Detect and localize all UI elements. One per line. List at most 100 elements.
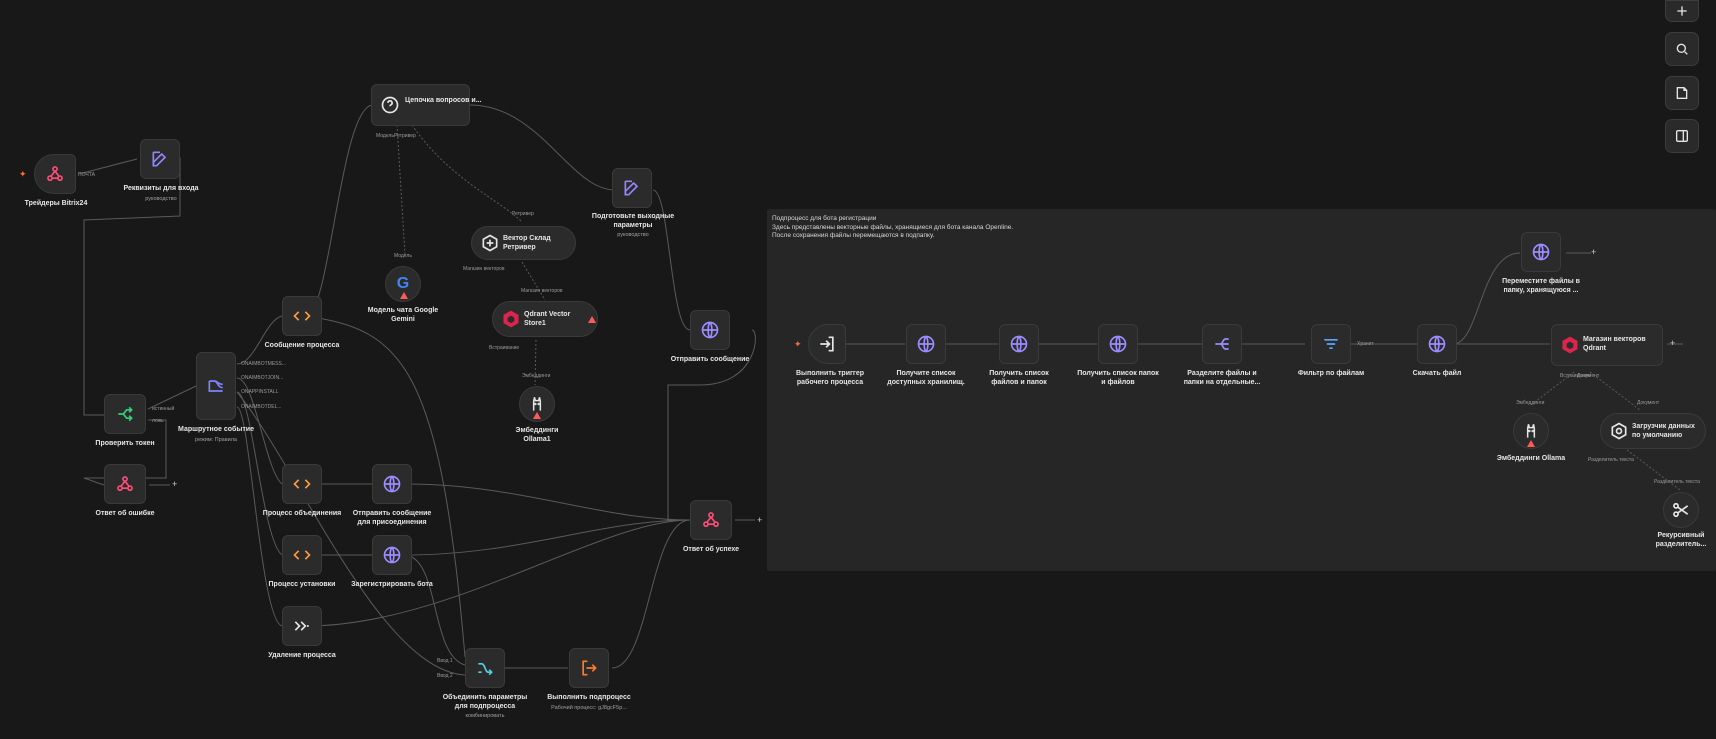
node-label: Подготовьте выходные параметры (591, 213, 675, 229)
node-triggers-bitrix[interactable] (34, 154, 76, 194)
code-icon (293, 479, 311, 489)
node-send-join-message[interactable] (372, 464, 412, 504)
node-get-folders-files[interactable] (1098, 324, 1138, 364)
search-icon (1676, 43, 1688, 55)
router-output-2: ONAIMBOTJOIN... (241, 375, 284, 381)
qdrant-icon (1562, 336, 1578, 354)
sticky-note-icon (1676, 87, 1688, 99)
workflow-canvas[interactable]: Подпроцесс для бота регистрации Здесь пр… (0, 0, 1716, 739)
node-filter-files[interactable] (1311, 324, 1351, 364)
google-icon: G (396, 275, 410, 292)
filter-icon (1324, 339, 1338, 349)
webhook-icon (703, 512, 719, 528)
port-label: Эмбеддинги (1516, 400, 1545, 406)
loader-icon (1611, 422, 1627, 440)
node-success-response[interactable] (690, 500, 732, 540)
edit-icon (152, 151, 167, 167)
node-label: Цепочка вопросов и... (405, 97, 482, 104)
code-icon (293, 311, 311, 321)
node-wf-trigger[interactable] (808, 324, 846, 364)
node-label: Объединить параметры для подпроцесса (442, 694, 528, 710)
add-node-icon[interactable]: + (1591, 247, 1596, 257)
node-label: Вектор Склад Ретривер (503, 235, 551, 251)
globe-icon (383, 546, 401, 564)
port-label: Магазин векторов (463, 266, 505, 272)
qdrant-icon (503, 310, 519, 328)
node-label: Процесс установки (268, 581, 336, 588)
trigger-marker-icon: ✦ (19, 169, 27, 179)
node-label: Qdrant Vector Store1 (524, 311, 571, 327)
node-label: Получите список доступных хранилищ. (887, 370, 965, 386)
add-node-icon[interactable]: + (172, 479, 177, 489)
node-login-details[interactable] (140, 139, 180, 179)
node-register-bot[interactable] (372, 535, 412, 575)
sidebar-toggle-icon (1676, 130, 1688, 142)
globe-icon (1109, 335, 1127, 353)
node-label: Эмбеддинги Ollama1 (515, 427, 559, 443)
globe-icon (701, 321, 719, 339)
search-button[interactable] (1665, 32, 1699, 66)
node-get-storages[interactable] (906, 324, 946, 364)
node-label: Удаление процесса (268, 652, 336, 659)
node-install-process[interactable] (282, 535, 322, 575)
port-label: истинный (152, 406, 175, 412)
node-move-files[interactable] (1521, 232, 1561, 272)
node-label: Выполнить триггер рабочего процесса (795, 370, 865, 386)
toggle-sidebar-button[interactable] (1665, 119, 1699, 153)
add-node-icon[interactable]: + (1670, 338, 1675, 348)
trigger-marker-icon: ✦ (794, 339, 802, 349)
globe-icon (917, 335, 935, 353)
node-label: Фильтр по файлам (1297, 370, 1365, 377)
port-label: Эмбеддинги (522, 373, 551, 379)
llama-icon (532, 397, 542, 411)
add-sticky-note-button[interactable] (1665, 76, 1699, 110)
no-op-icon (294, 621, 309, 631)
globe-icon (1532, 243, 1550, 261)
llama-icon (1526, 424, 1536, 438)
node-label: Отправить сообщение для присоединения (352, 510, 432, 526)
node-label: Эмбеддинги Ollama (1496, 455, 1566, 462)
node-subtitle: Рабочий процесс: gJ8gcF5p... (551, 705, 627, 711)
node-download-file[interactable] (1417, 324, 1457, 364)
node-split-files[interactable] (1202, 324, 1242, 364)
warning-icon (588, 316, 596, 323)
node-get-files-folders[interactable] (999, 324, 1039, 364)
port-label: Ретривер (512, 211, 534, 217)
node-recursive-splitter[interactable] (1663, 492, 1699, 528)
sticky-note[interactable] (767, 209, 1716, 571)
webhook-icon (117, 476, 133, 492)
webhook-icon (47, 166, 63, 182)
node-prepare-output[interactable] (612, 168, 652, 208)
node-label: Переместите файлы в папку, хранящуюся ..… (1502, 278, 1580, 294)
node-label: Получить список файлов и папок (989, 370, 1049, 386)
node-check-token[interactable] (104, 394, 146, 434)
node-label: Ответ об успехе (682, 546, 740, 553)
globe-icon (1428, 335, 1446, 353)
zoom-in-button[interactable] (1665, 0, 1699, 22)
port-label: Магазин векторов (521, 288, 563, 294)
port-label: Ввод 1 (437, 658, 453, 664)
node-router[interactable] (196, 352, 236, 420)
node-label: Зарегистрировать бота (351, 581, 433, 588)
add-node-icon[interactable]: + (757, 515, 762, 525)
node-merge-params[interactable] (465, 648, 505, 688)
node-label: Процесс объединения (262, 510, 342, 517)
port-label: Модель (376, 133, 394, 139)
node-merge-process[interactable] (282, 464, 322, 504)
node-delete-process[interactable] (282, 606, 322, 646)
port-label: Ретривер (394, 133, 416, 139)
port-label: Встраивание (489, 345, 520, 351)
edit-icon (624, 180, 639, 196)
node-subtitle: руководство (617, 232, 649, 238)
port-label: Разделитель текста (1588, 457, 1634, 463)
node-chain-questions[interactable] (371, 84, 470, 126)
node-run-subprocess[interactable] (569, 648, 609, 688)
vector-store-icon (482, 234, 498, 252)
plus-icon (1677, 6, 1687, 16)
node-process-message[interactable] (282, 296, 322, 336)
node-subtitle: режим: Правила (195, 437, 237, 443)
port-label: ложь (152, 418, 164, 424)
node-send-message[interactable] (690, 310, 730, 350)
node-label: Проверить токен (95, 440, 155, 447)
node-error-response[interactable] (104, 464, 146, 504)
